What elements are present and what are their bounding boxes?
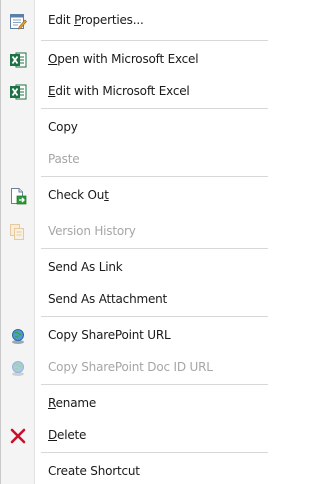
check-out-icon <box>9 187 27 205</box>
menu-item-label: Create Shortcut <box>48 464 140 478</box>
menu-item-label: Edit Properties... <box>48 13 144 27</box>
menu-item-label: Copy SharePoint Doc ID URL <box>48 360 213 374</box>
menu-item-edit-properties[interactable]: Edit Properties... <box>1 5 268 36</box>
delete-x-icon <box>9 427 27 445</box>
sharepoint-globe-icon <box>9 359 27 377</box>
excel-icon <box>9 83 27 101</box>
menu-separator <box>41 316 268 317</box>
menu-item-label: Version History <box>48 224 136 238</box>
menu-item-label: Send As Attachment <box>48 292 168 306</box>
menu-separator <box>41 40 268 41</box>
menu-item-label: Copy <box>48 120 78 134</box>
menu-separator <box>41 452 268 453</box>
menu-item-send-as-attachment[interactable]: Send As Attachment <box>1 284 268 315</box>
menu-item-edit-with-excel[interactable]: Edit with Microsoft Excel <box>1 76 268 107</box>
menu-separator <box>41 248 268 249</box>
menu-item-send-as-link[interactable]: Send As Link <box>1 252 268 283</box>
menu-item-label: Check Out <box>48 188 109 202</box>
sharepoint-globe-icon <box>9 327 27 345</box>
menu-item-copy-sharepoint-doc-id-url[interactable]: Copy SharePoint Doc ID URL <box>1 352 268 383</box>
menu-item-label: Copy SharePoint URL <box>48 328 171 342</box>
menu-separator <box>41 108 268 109</box>
menu-item-open-with-excel[interactable]: Open with Microsoft Excel <box>1 44 268 75</box>
menu-item-label: Open with Microsoft Excel <box>48 52 199 66</box>
context-menu: Edit Properties... Open with Microsoft E… <box>0 0 268 484</box>
menu-item-version-history[interactable]: Version History <box>1 216 268 247</box>
menu-item-label: Rename <box>48 396 97 410</box>
menu-item-delete[interactable]: Delete <box>1 420 268 451</box>
menu-item-rename[interactable]: Rename <box>1 388 268 419</box>
menu-item-copy-sharepoint-url[interactable]: Copy SharePoint URL <box>1 320 268 351</box>
menu-item-label: Edit with Microsoft Excel <box>48 84 190 98</box>
menu-item-create-shortcut[interactable]: Create Shortcut <box>1 456 268 484</box>
menu-item-paste[interactable]: Paste <box>1 144 268 175</box>
menu-separator <box>41 176 268 177</box>
menu-separator <box>41 384 268 385</box>
menu-item-label: Delete <box>48 428 87 442</box>
menu-item-copy[interactable]: Copy <box>1 112 268 143</box>
menu-item-check-out[interactable]: Check Out <box>1 180 268 211</box>
edit-properties-icon <box>9 12 27 30</box>
version-history-icon <box>9 223 27 241</box>
excel-icon <box>9 51 27 69</box>
menu-item-label: Send As Link <box>48 260 123 274</box>
menu-item-label: Paste <box>48 152 80 166</box>
